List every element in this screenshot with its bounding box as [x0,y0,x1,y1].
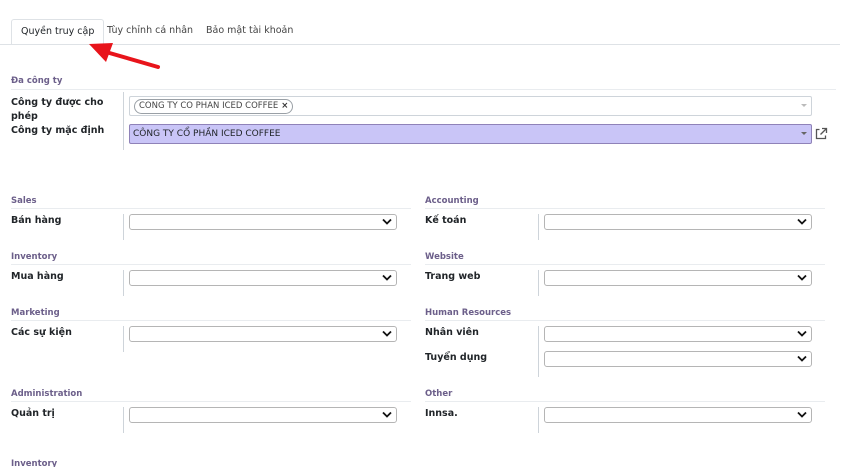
section-divider [425,264,825,265]
section-multi-company: Đa công ty [11,76,63,86]
chevron-down-icon [797,355,807,363]
chevron-down-icon [797,411,807,419]
section-website: Website [425,252,464,262]
label-allowed-companies: Công ty được cho phép [11,97,104,122]
administration-select[interactable] [129,407,397,423]
dropdown-caret-icon[interactable] [801,132,807,135]
allowed-companies-field[interactable]: CONG TY CO PHAN ICED COFFEE × [129,96,812,116]
field-separator [538,270,539,296]
section-divider [425,320,825,321]
section-divider [11,401,411,402]
field-separator [123,92,124,150]
field-separator [123,270,124,296]
website-select[interactable] [544,270,812,286]
remove-tag-icon[interactable]: × [281,101,288,111]
default-company-value: CÔNG TY CỔ PHẦN ICED COFFEE [133,129,281,139]
default-company-field[interactable]: CÔNG TY CỔ PHẦN ICED COFFEE [129,124,812,144]
chevron-down-icon [382,411,392,419]
label-accounting: Kế toán [425,215,467,226]
label-other: Innsa. [425,408,458,419]
events-select[interactable] [129,326,397,342]
label-administration: Quản trị [11,408,55,419]
label-employees: Nhân viên [425,327,479,338]
other-select[interactable] [544,407,812,423]
dropdown-caret-icon[interactable] [801,104,807,107]
section-divider [425,208,825,209]
field-separator [123,326,124,352]
section-divider [11,89,836,90]
field-separator [538,214,539,240]
tab-account-security[interactable]: Bảo mật tài khoản [197,19,302,45]
section-human-resources: Human Resources [425,308,512,318]
field-separator [123,214,124,240]
section-divider [11,208,411,209]
chevron-down-icon [797,218,807,226]
chevron-down-icon [797,274,807,282]
chevron-down-icon [382,274,392,282]
section-accounting: Accounting [425,196,479,206]
label-sales: Bán hàng [11,215,62,226]
label-default-company: Công ty mặc định [11,125,105,136]
purchase-select[interactable] [129,270,397,286]
field-separator [123,407,124,433]
chevron-down-icon [382,330,392,338]
section-marketing: Marketing [11,308,60,318]
tab-divider [0,44,840,45]
chevron-down-icon [797,330,807,338]
company-tag-label: CONG TY CO PHAN ICED COFFEE [139,101,279,111]
employees-select[interactable] [544,326,812,342]
section-inventory: Inventory [11,252,58,262]
sales-select[interactable] [129,214,397,230]
section-divider [11,320,411,321]
notebook-tabs: Quyền truy cập Tùy chỉnh cá nhân Bảo mật… [0,0,850,45]
section-sales: Sales [11,196,37,206]
recruitment-select[interactable] [544,351,812,367]
label-events: Các sự kiện [11,327,72,338]
tab-access-rights[interactable]: Quyền truy cập [11,19,105,45]
label-recruitment: Tuyển dụng [425,352,488,363]
chevron-down-icon [382,218,392,226]
section-administration: Administration [11,389,83,399]
section-inventory-2: Inventory [11,459,58,467]
label-website: Trang web [425,271,481,282]
section-other: Other [425,389,453,399]
section-divider [11,264,411,265]
company-tag: CONG TY CO PHAN ICED COFFEE × [134,99,294,114]
field-separator [538,407,539,433]
section-divider [425,401,825,402]
tab-preferences[interactable]: Tùy chỉnh cá nhân [98,19,202,45]
label-purchase: Mua hàng [11,271,64,282]
external-link-icon[interactable] [814,127,828,144]
accounting-select[interactable] [544,214,812,230]
field-separator [538,326,539,377]
